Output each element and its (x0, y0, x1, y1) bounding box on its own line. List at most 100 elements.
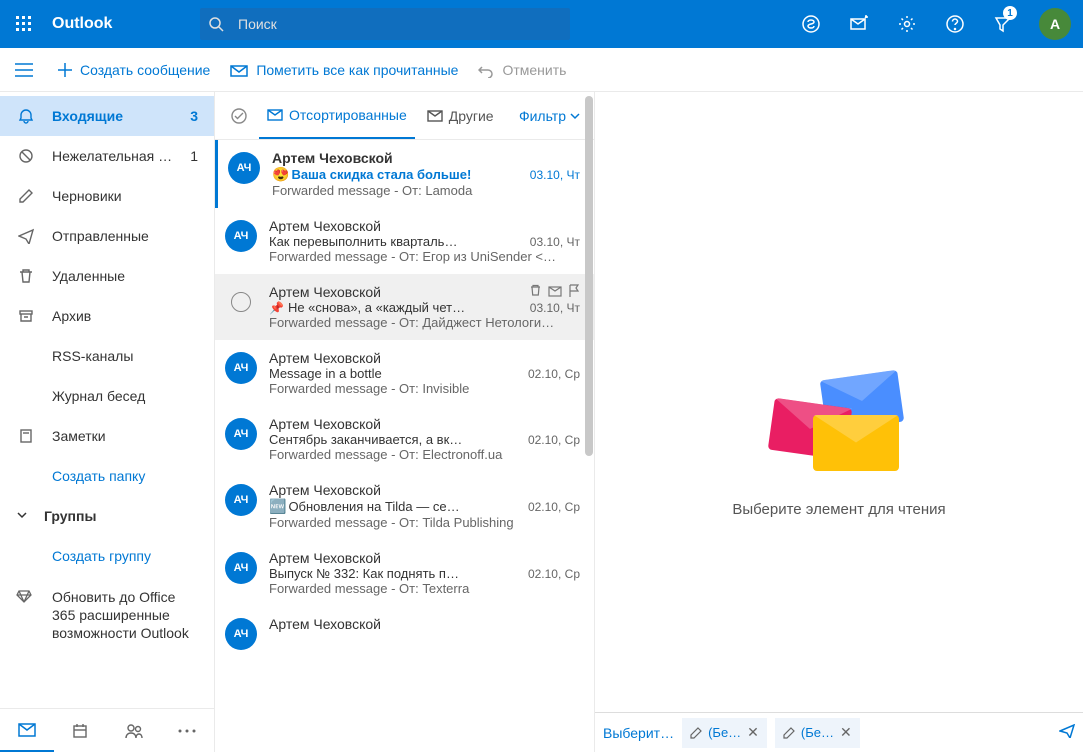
sender-avatar: АЧ (225, 484, 257, 516)
skype-icon[interactable] (787, 0, 835, 48)
message-date: 02.10, Ср (528, 500, 580, 514)
delete-icon[interactable] (529, 284, 542, 300)
message-item[interactable]: Артем Чеховской📌Не «снова», а «каждый че… (215, 274, 594, 340)
message-preview: Forwarded message - От: Дайджест Нетолог… (269, 315, 580, 330)
folder-conversations[interactable]: Журнал бесед (0, 376, 214, 416)
sender-avatar: АЧ (228, 152, 260, 184)
select-all-icon[interactable] (223, 107, 255, 125)
create-folder-link[interactable]: Создать папку (0, 456, 214, 496)
folder-count: 3 (190, 108, 198, 124)
message-subject: Message in a bottle (269, 366, 382, 381)
undo-button[interactable]: Отменить (468, 48, 576, 92)
message-date: 02.10, Ср (528, 433, 580, 447)
create-group-label: Создать группу (52, 548, 214, 564)
tab-other[interactable]: Другие (419, 93, 502, 139)
mail-icon[interactable] (548, 284, 562, 300)
empty-state-illustration (769, 367, 909, 477)
folder-count: 1 (190, 148, 198, 164)
notes-icon (16, 428, 36, 444)
sender-avatar: АЧ (225, 618, 257, 650)
folder-deleted[interactable]: Удаленные (0, 256, 214, 296)
notifications-icon[interactable]: 1 (979, 0, 1027, 48)
settings-icon[interactable] (883, 0, 931, 48)
folder-label: Отправленные (52, 228, 214, 244)
drafts-icon (16, 188, 36, 204)
app-launcher[interactable] (0, 0, 48, 48)
message-sender: Артем Чеховской (269, 616, 381, 632)
message-item[interactable]: АЧ Артем Чеховской🆕Обновления на Tilda — … (215, 472, 594, 540)
sender-avatar: АЧ (225, 552, 257, 584)
upgrade-label: Обновить до Office 365 расширенные возмо… (52, 589, 189, 641)
archive-icon (16, 308, 36, 324)
folder-label: Заметки (52, 428, 214, 444)
new-message-label: Создать сообщение (80, 62, 210, 78)
message-subject: 🆕Обновления на Tilda — се… (269, 498, 460, 515)
folder-junk[interactable]: Нежелательная … 1 (0, 136, 214, 176)
message-subject: Как перевыполнить кварталь… (269, 234, 457, 249)
new-message-button[interactable]: Создать сообщение (48, 48, 220, 92)
hamburger-icon[interactable] (0, 63, 48, 77)
message-item[interactable]: АЧАртем ЧеховскойВыпуск № 332: Как подня… (215, 540, 594, 606)
new-draft-icon[interactable] (1059, 724, 1075, 741)
brand-label: Outlook (52, 15, 200, 33)
create-group-link[interactable]: Создать группу (0, 536, 214, 576)
folder-sent[interactable]: Отправленные (0, 216, 214, 256)
folder-label: RSS-каналы (52, 348, 214, 364)
scrollbar[interactable] (584, 92, 594, 752)
message-subject: 😍Ваша скидка стала больше! (272, 166, 471, 183)
folder-drafts[interactable]: Черновики (0, 176, 214, 216)
message-item[interactable]: АЧ Артем Чеховской (215, 606, 594, 660)
search-box[interactable] (200, 8, 570, 40)
draft-tab-2[interactable]: (Бе… ✕ (775, 718, 860, 748)
folder-label: Журнал бесед (52, 388, 214, 404)
sent-icon (16, 228, 36, 244)
folder-label: Входящие (52, 108, 174, 124)
message-subject: 📌Не «снова», а «каждый чет… (269, 300, 465, 315)
diamond-icon (16, 588, 32, 608)
folder-inbox[interactable]: Входящие 3 (0, 96, 214, 136)
create-folder-label: Создать папку (52, 468, 214, 484)
people-module-icon[interactable] (107, 709, 161, 752)
folder-notes[interactable]: Заметки (0, 416, 214, 456)
calendar-module-icon[interactable] (54, 709, 108, 752)
folder-rss[interactable]: RSS-каналы (0, 336, 214, 376)
user-avatar[interactable]: A (1039, 8, 1071, 40)
draft-tab-1[interactable]: (Бе… ✕ (682, 718, 767, 748)
message-preview: Forwarded message - От: Texterra (269, 581, 580, 596)
pin-icon: 📌 (269, 301, 284, 315)
tab-other-label: Другие (449, 108, 494, 124)
message-item[interactable]: АЧАртем ЧеховскойMessage in a bottle02.1… (215, 340, 594, 406)
groups-header[interactable]: Группы (0, 496, 214, 536)
message-preview: Forwarded message - От: Electronoff.ua (269, 447, 580, 462)
message-date: 03.10, Чт (530, 235, 580, 249)
sender-avatar (225, 286, 257, 318)
more-modules-icon[interactable] (161, 709, 215, 752)
filter-button[interactable]: Фильтр (519, 108, 586, 124)
message-item[interactable]: АЧ Артем Чеховской😍Ваша скидка стала боль… (215, 140, 594, 208)
mark-all-read-label: Пометить все как прочитанные (256, 62, 458, 78)
mark-all-read-button[interactable]: Пометить все как прочитанные (220, 48, 468, 92)
folder-label: Архив (52, 308, 214, 324)
flag-icon[interactable] (568, 284, 580, 300)
folder-label: Черновики (52, 188, 214, 204)
mail-action-icon[interactable] (835, 0, 883, 48)
upgrade-link[interactable]: Обновить до Office 365 расширенные возмо… (0, 576, 214, 654)
undo-label: Отменить (502, 62, 566, 78)
message-date: 02.10, Ср (528, 567, 580, 581)
draft-select-label[interactable]: Выберит… (603, 725, 674, 741)
folder-archive[interactable]: Архив (0, 296, 214, 336)
message-sender: Артем Чеховской (272, 150, 393, 166)
help-icon[interactable] (931, 0, 979, 48)
search-input[interactable] (232, 16, 570, 32)
sender-avatar: АЧ (225, 352, 257, 384)
message-sender: Артем Чеховской (269, 284, 381, 300)
folder-label: Удаленные (52, 268, 214, 284)
close-icon[interactable]: ✕ (840, 724, 852, 741)
tab-focused[interactable]: Отсортированные (259, 93, 415, 139)
message-preview: Forwarded message - От: Егор из UniSende… (269, 249, 580, 264)
message-item[interactable]: АЧАртем ЧеховскойКак перевыполнить кварт… (215, 208, 594, 274)
message-sender: Артем Чеховской (269, 482, 381, 498)
close-icon[interactable]: ✕ (747, 724, 759, 741)
message-item[interactable]: АЧАртем ЧеховскойСентябрь заканчивается,… (215, 406, 594, 472)
mail-module-icon[interactable] (0, 709, 54, 752)
